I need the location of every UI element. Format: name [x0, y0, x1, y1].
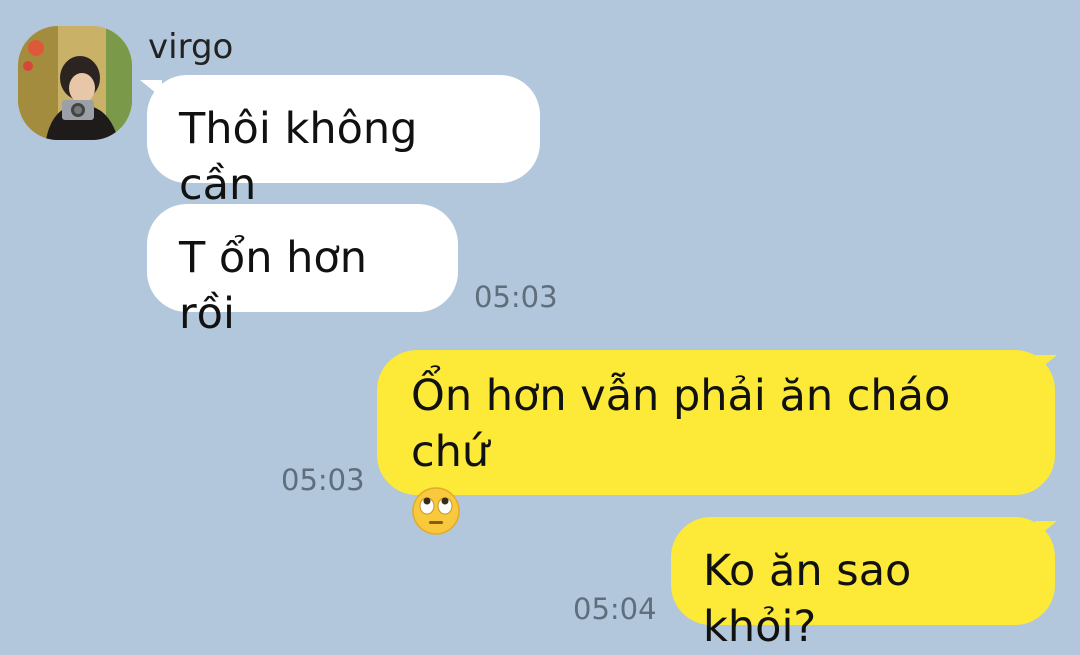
message-timestamp: 05:04 — [573, 592, 657, 626]
face-with-rolling-eyes-icon — [411, 486, 461, 536]
contact-avatar[interactable] — [18, 26, 132, 140]
message-text: Thôi không cần — [179, 104, 418, 210]
contact-name: virgo — [148, 27, 234, 67]
outgoing-message-bubble[interactable]: Ko ăn sao khỏi? — [671, 517, 1055, 652]
avatar-photo-icon — [18, 26, 132, 140]
incoming-message-bubble[interactable]: Thôi không cần — [147, 75, 540, 210]
message-text: Ổn hơn vẫn phải ăn cháo chứ — [411, 371, 951, 477]
message-timestamp: 05:03 — [474, 280, 558, 314]
message-text: T ổn hơn rồi — [179, 233, 367, 339]
bubble-tail — [1035, 355, 1057, 373]
message-text: Ko ăn sao khỏi? — [703, 546, 912, 652]
incoming-message-bubble[interactable]: T ổn hơn rồi — [147, 204, 458, 339]
message-timestamp: 05:03 — [281, 463, 365, 497]
outgoing-message-bubble[interactable]: Ổn hơn vẫn phải ăn cháo chứ — [377, 350, 1055, 535]
bubble-tail — [1035, 521, 1057, 539]
